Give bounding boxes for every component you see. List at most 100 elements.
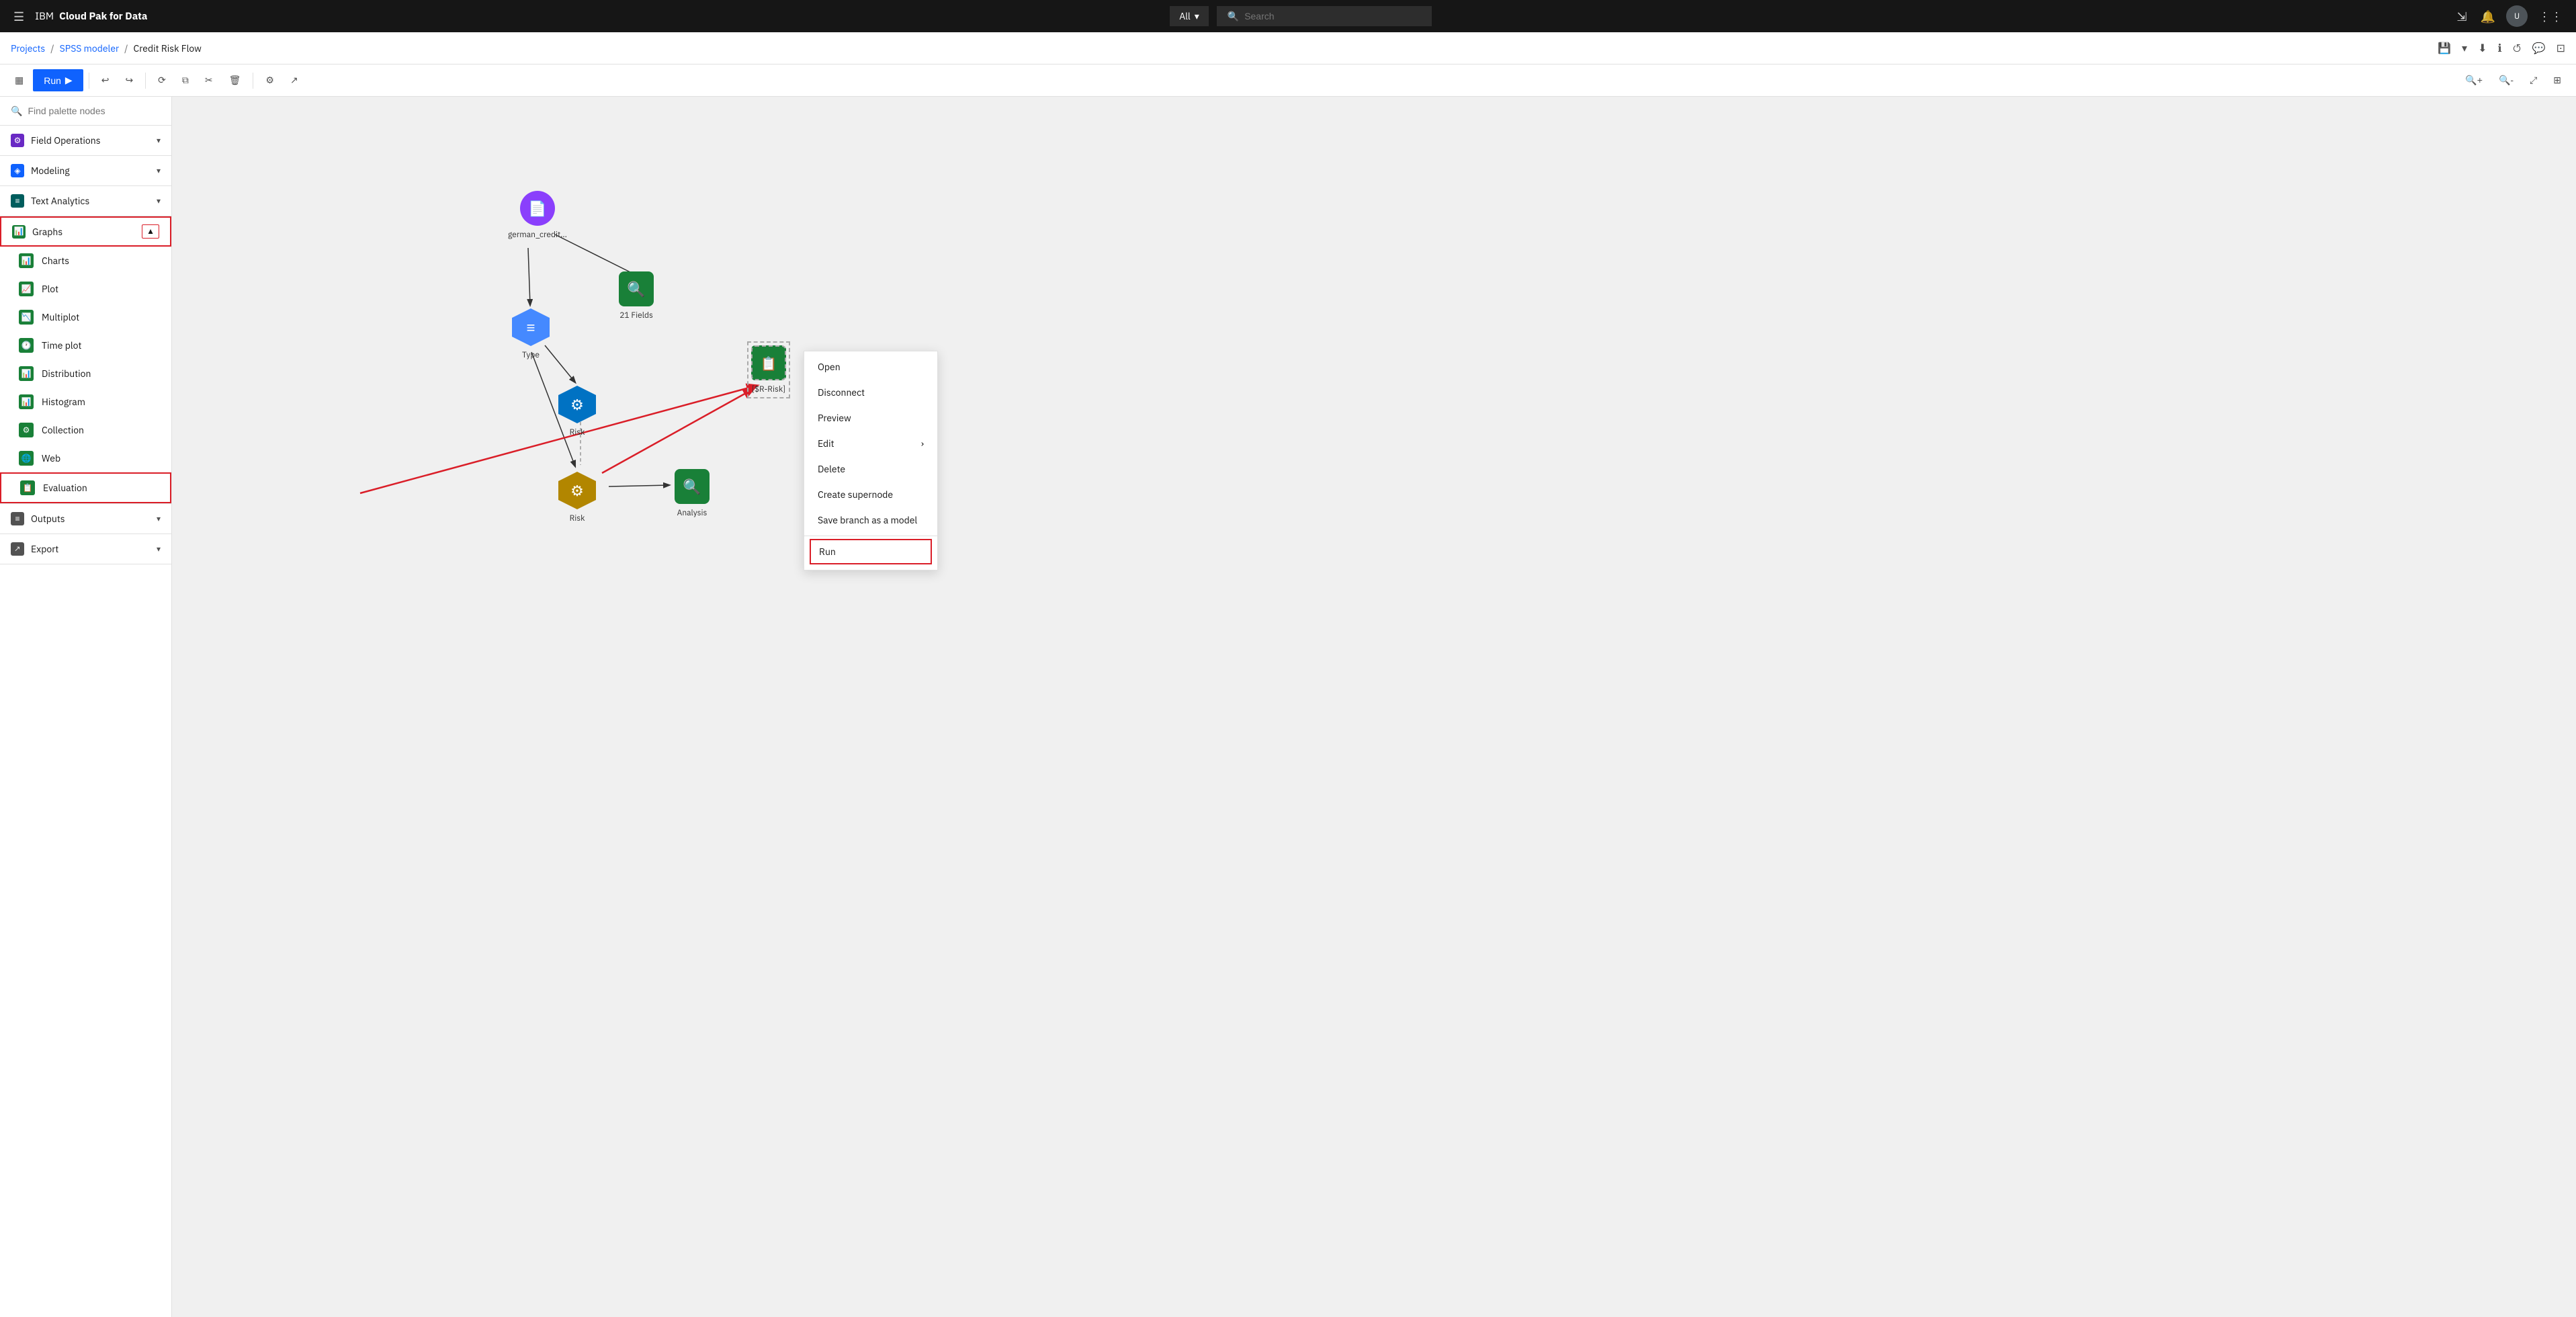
- breadcrumb-icons: 💾 ▾ ⬇ ℹ ↺ 💬 ⊡: [2438, 42, 2565, 55]
- outputs-header[interactable]: ≡ Outputs ▾: [0, 504, 171, 534]
- text-analytics-icon: ≡: [11, 194, 24, 208]
- graphs-label: Graphs: [32, 226, 62, 238]
- node-sr-risk-label: [$R-Risk]: [752, 384, 785, 394]
- save-dropdown-icon[interactable]: ▾: [2462, 42, 2467, 55]
- context-menu: Open Disconnect Preview Edit › Delete Cr…: [804, 351, 938, 570]
- graphs-icon: 📊: [12, 225, 26, 239]
- sidebar-item-multiplot[interactable]: 📉 Multiplot: [0, 303, 171, 331]
- sidebar-item-charts[interactable]: 📊 Charts: [0, 247, 171, 275]
- field-operations-chevron-icon: ▾: [157, 136, 161, 146]
- breadcrumb-projects[interactable]: Projects: [11, 42, 45, 54]
- brand-pak: Cloud Pak for Data: [59, 10, 147, 23]
- comment-icon[interactable]: 💬: [2532, 42, 2546, 55]
- field-operations-icon: ⚙: [11, 134, 24, 147]
- toolbar-divider-2: [145, 73, 146, 89]
- node-german-credit[interactable]: 📄 german_credit...: [508, 191, 567, 240]
- outputs-chevron-icon: ▾: [157, 514, 161, 524]
- settings-button[interactable]: ⚙: [259, 71, 281, 90]
- context-menu-open[interactable]: Open: [804, 354, 937, 380]
- breadcrumb-spss[interactable]: SPSS modeler: [60, 42, 120, 54]
- palette-toggle-button[interactable]: ▦: [8, 71, 30, 90]
- sidebar-item-collection[interactable]: ⚙ Collection: [0, 416, 171, 444]
- node-analysis-label: Analysis: [677, 508, 707, 518]
- node-sr-risk-shape: 📋: [751, 345, 786, 380]
- node-type[interactable]: ≡ Type: [512, 308, 550, 360]
- search-palette-icon: 🔍: [11, 105, 22, 117]
- field-operations-header[interactable]: ⚙ Field Operations ▾: [0, 126, 171, 155]
- run-label: Run: [44, 75, 61, 86]
- run-button[interactable]: Run ▶: [33, 69, 83, 91]
- layout-icon[interactable]: ⊡: [2557, 42, 2565, 55]
- search-palette[interactable]: 🔍: [0, 97, 171, 126]
- app-switcher-icon[interactable]: ⋮⋮: [2536, 6, 2565, 27]
- context-menu-run[interactable]: Run: [810, 539, 932, 564]
- notification-icon[interactable]: 🔔: [2478, 6, 2498, 27]
- download-icon[interactable]: ⬇: [2478, 42, 2487, 55]
- node-risk1[interactable]: ⚙ Risk: [558, 386, 596, 437]
- node-analysis-shape: 🔍: [675, 469, 710, 504]
- context-menu-edit[interactable]: Edit ›: [804, 431, 937, 456]
- fit-view-button[interactable]: ⤢: [2523, 71, 2544, 90]
- sidebar-section-modeling: ◈ Modeling ▾: [0, 156, 171, 186]
- search-input[interactable]: [1244, 11, 1379, 22]
- cut-button[interactable]: ✂: [198, 71, 220, 90]
- distribution-icon: 📊: [19, 366, 34, 381]
- undo-button[interactable]: ↩: [95, 71, 116, 90]
- switch-icon[interactable]: ⇲: [2454, 6, 2470, 27]
- time-plot-label: Time plot: [42, 339, 81, 351]
- zoom-in-button[interactable]: 🔍+: [2458, 71, 2489, 90]
- context-menu-disconnect[interactable]: Disconnect: [804, 380, 937, 405]
- avatar[interactable]: U: [2506, 5, 2528, 27]
- context-menu-preview[interactable]: Preview: [804, 405, 937, 431]
- hamburger-icon[interactable]: ☰: [11, 6, 27, 27]
- graphs-collapse-icon[interactable]: ▲: [142, 224, 159, 239]
- context-menu-save-branch[interactable]: Save branch as a model: [804, 507, 937, 533]
- sidebar-item-histogram[interactable]: 📊 Histogram: [0, 388, 171, 416]
- context-menu-edit-arrow-icon: ›: [921, 437, 924, 450]
- sidebar-item-plot[interactable]: 📈 Plot: [0, 275, 171, 303]
- node-21fields-shape: 🔍: [619, 271, 654, 306]
- outputs-label: Outputs: [31, 513, 65, 525]
- text-analytics-header[interactable]: ≡ Text Analytics ▾: [0, 186, 171, 216]
- evaluation-label: Evaluation: [43, 482, 87, 494]
- history-icon[interactable]: ↺: [2513, 42, 2522, 55]
- sidebar-item-distribution[interactable]: 📊 Distribution: [0, 359, 171, 388]
- collection-icon: ⚙: [19, 423, 34, 437]
- context-menu-delete[interactable]: Delete: [804, 456, 937, 482]
- collection-label: Collection: [42, 424, 84, 436]
- delete-button[interactable]: 🗑: [222, 71, 248, 90]
- connect-button[interactable]: ⟳: [151, 71, 173, 90]
- node-analysis[interactable]: 🔍 Analysis: [675, 469, 710, 518]
- field-operations-label: Field Operations: [31, 134, 101, 146]
- export-icon: ↗: [11, 542, 24, 556]
- all-dropdown[interactable]: All ▾: [1170, 6, 1209, 26]
- copy-button[interactable]: ⧉: [175, 71, 196, 90]
- time-plot-icon: 🕐: [19, 338, 34, 353]
- canvas-connections: [172, 97, 2576, 1317]
- sidebar-section-field-operations: ⚙ Field Operations ▾: [0, 126, 171, 156]
- node-sr-risk[interactable]: 📋 [$R-Risk]: [751, 345, 786, 394]
- node-german-credit-shape: 📄: [520, 191, 555, 226]
- node-21fields[interactable]: 🔍 21 Fields: [619, 271, 654, 321]
- outputs-icon: ≡: [11, 512, 24, 525]
- search-bar[interactable]: 🔍: [1217, 6, 1432, 26]
- web-icon: 🌐: [19, 451, 34, 466]
- sidebar-item-evaluation[interactable]: 📋 Evaluation: [0, 472, 171, 503]
- context-menu-create-supernode[interactable]: Create supernode: [804, 482, 937, 507]
- search-palette-input[interactable]: [28, 105, 161, 116]
- export-header[interactable]: ↗ Export ▾: [0, 534, 171, 564]
- graphs-header[interactable]: 📊 Graphs ▲: [0, 216, 171, 247]
- canvas[interactable]: 📄 german_credit... ≡ Type 🔍 21 Fields ⚙ …: [172, 97, 2576, 1317]
- modeling-header[interactable]: ◈ Modeling ▾: [0, 156, 171, 185]
- redo-button[interactable]: ↪: [118, 71, 140, 90]
- save-icon[interactable]: 💾: [2438, 42, 2451, 55]
- node-risk2[interactable]: ⚙ Risk: [558, 472, 596, 523]
- distribution-label: Distribution: [42, 368, 91, 380]
- info-icon[interactable]: ℹ: [2497, 42, 2501, 55]
- minimap-button[interactable]: ⊞: [2546, 71, 2568, 90]
- zoom-out-button[interactable]: 🔍-: [2492, 71, 2520, 90]
- sidebar-item-time-plot[interactable]: 🕐 Time plot: [0, 331, 171, 359]
- sidebar-item-web[interactable]: 🌐 Web: [0, 444, 171, 472]
- histogram-icon: 📊: [19, 394, 34, 409]
- export-button[interactable]: ↗: [284, 71, 305, 90]
